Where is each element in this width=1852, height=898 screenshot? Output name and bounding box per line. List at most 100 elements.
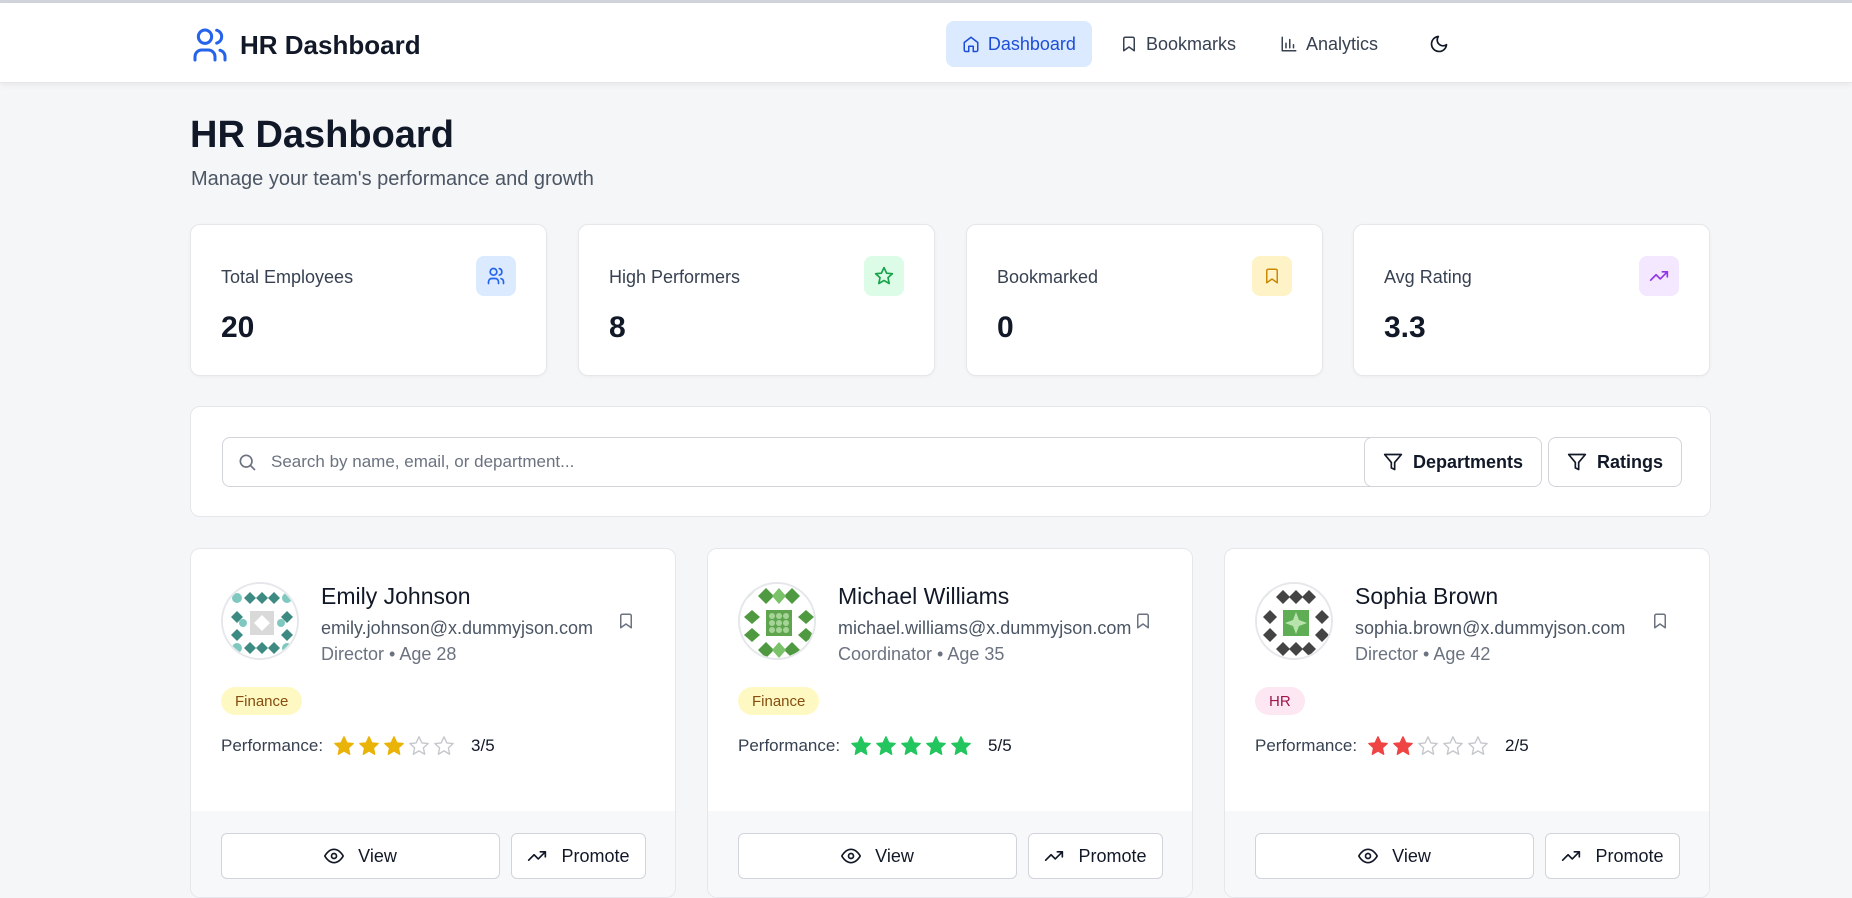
employee-name[interactable]: Sophia Brown <box>1355 583 1498 610</box>
star-filled-icon <box>384 736 404 755</box>
performance-label: Performance: <box>1255 736 1358 755</box>
star-empty-icon <box>1443 736 1463 755</box>
search-icon <box>237 452 257 472</box>
filter-icon <box>1383 452 1403 472</box>
bookmark-icon[interactable] <box>1651 611 1669 631</box>
stat-card-high-performers: High Performers 8 <box>578 224 935 376</box>
performance-row: Performance: 3/5 <box>221 735 495 757</box>
promote-button[interactable]: Promote <box>511 833 646 879</box>
stat-card-bookmarked: Bookmarked 0 <box>966 224 1323 376</box>
view-button[interactable]: View <box>738 833 1017 879</box>
stat-label: Total Employees <box>221 267 354 287</box>
ratings-filter-button[interactable]: Ratings <box>1548 437 1683 487</box>
employee-role-age: Director • Age 28 <box>321 644 457 664</box>
stat-label: Avg Rating <box>1384 267 1472 287</box>
home-icon <box>962 35 980 53</box>
filter-label: Departments <box>1413 451 1524 472</box>
moon-icon <box>1429 34 1449 54</box>
users-icon <box>476 256 516 296</box>
star-filled-icon <box>926 736 946 755</box>
nav-item-label: Bookmarks <box>1145 33 1236 54</box>
avatar[interactable] <box>1255 582 1333 660</box>
performance-score: 3/5 <box>471 736 495 755</box>
stat-card-avg-rating: Avg Rating 3.3 <box>1353 224 1710 376</box>
stat-value: 3.3 <box>1384 311 1426 344</box>
employee-name[interactable]: Michael Williams <box>838 583 1009 610</box>
employee-name[interactable]: Emily Johnson <box>321 583 471 610</box>
view-button[interactable]: View <box>1255 833 1534 879</box>
promote-label: Promote <box>561 845 630 866</box>
users-icon <box>190 25 230 65</box>
view-label: View <box>1392 845 1431 866</box>
stat-value: 0 <box>997 311 1014 344</box>
department-badge: HR <box>1255 687 1305 715</box>
employee-card: Emily Johnson emily.johnson@x.dummyjson.… <box>190 548 676 898</box>
star-empty-icon <box>1468 736 1488 755</box>
nav-item-dashboard[interactable]: Dashboard <box>945 21 1092 67</box>
page-title: HR Dashboard <box>190 114 454 156</box>
star-empty-icon <box>434 736 454 755</box>
promote-button[interactable]: Promote <box>1545 833 1680 879</box>
card-footer: View Promote <box>191 811 675 897</box>
avatar[interactable] <box>221 582 299 660</box>
stat-value: 20 <box>221 311 255 344</box>
employee-email: emily.johnson@x.dummyjson.com <box>321 618 594 638</box>
star-filled-icon <box>901 736 921 755</box>
trending-up-icon <box>527 846 547 866</box>
department-badge: Finance <box>221 687 303 715</box>
nav-links: Dashboard Bookmarks Analytics <box>934 21 1852 67</box>
star-icon <box>864 256 904 296</box>
departments-filter-button[interactable]: Departments <box>1364 437 1543 487</box>
performance-score: 2/5 <box>1505 736 1529 755</box>
employee-email: michael.williams@x.dummyjson.com <box>838 618 1132 638</box>
theme-toggle-button[interactable] <box>1416 21 1462 67</box>
employee-email: sophia.brown@x.dummyjson.com <box>1355 618 1626 638</box>
performance-row: Performance: 5/5 <box>738 735 1012 757</box>
employee-role-age: Coordinator • Age 35 <box>838 644 1005 664</box>
performance-score: 5/5 <box>988 736 1012 755</box>
performance-label: Performance: <box>221 736 324 755</box>
stat-value: 8 <box>609 311 626 344</box>
employee-card: Sophia Brown sophia.brown@x.dummyjson.co… <box>1224 548 1710 898</box>
star-filled-icon <box>876 736 896 755</box>
eye-icon <box>324 846 345 866</box>
star-filled-icon <box>1368 736 1388 755</box>
star-rating <box>333 735 455 757</box>
star-filled-icon <box>851 736 871 755</box>
performance-row: Performance: 2/5 <box>1255 735 1529 757</box>
eye-icon <box>1358 846 1379 866</box>
nav-item-analytics[interactable]: Analytics <box>1264 21 1394 67</box>
trending-up-icon <box>1044 846 1064 866</box>
star-rating <box>1367 735 1489 757</box>
bar-chart-icon <box>1280 35 1298 53</box>
stat-card-total-employees: Total Employees 20 <box>190 224 547 376</box>
page-subtitle: Manage your team's performance and growt… <box>191 168 594 190</box>
trending-up-icon <box>1639 256 1679 296</box>
employee-role-age: Director • Age 42 <box>1355 644 1491 664</box>
star-empty-icon <box>409 736 429 755</box>
star-filled-icon <box>1393 736 1413 755</box>
brand[interactable]: HR Dashboard <box>190 25 421 65</box>
stat-label: High Performers <box>609 267 741 287</box>
trending-up-icon <box>1561 846 1581 866</box>
performance-label: Performance: <box>738 736 841 755</box>
search-input[interactable] <box>271 452 1511 472</box>
brand-title: HR Dashboard <box>240 29 421 60</box>
promote-label: Promote <box>1078 845 1147 866</box>
star-filled-icon <box>951 736 971 755</box>
search-box <box>222 437 1532 487</box>
bookmark-icon <box>1120 35 1138 53</box>
nav-item-bookmarks[interactable]: Bookmarks <box>1104 21 1252 67</box>
avatar[interactable] <box>738 582 816 660</box>
star-filled-icon <box>359 736 379 755</box>
department-badge: Finance <box>738 687 820 715</box>
promote-label: Promote <box>1595 845 1664 866</box>
view-button[interactable]: View <box>221 833 500 879</box>
top-navbar: HR Dashboard Dashboard Bookmarks Analyti… <box>0 3 1852 83</box>
filter-label: Ratings <box>1597 451 1664 472</box>
view-label: View <box>358 845 397 866</box>
promote-button[interactable]: Promote <box>1028 833 1163 879</box>
star-filled-icon <box>334 736 354 755</box>
bookmark-icon[interactable] <box>1134 611 1152 631</box>
bookmark-icon[interactable] <box>617 611 635 631</box>
